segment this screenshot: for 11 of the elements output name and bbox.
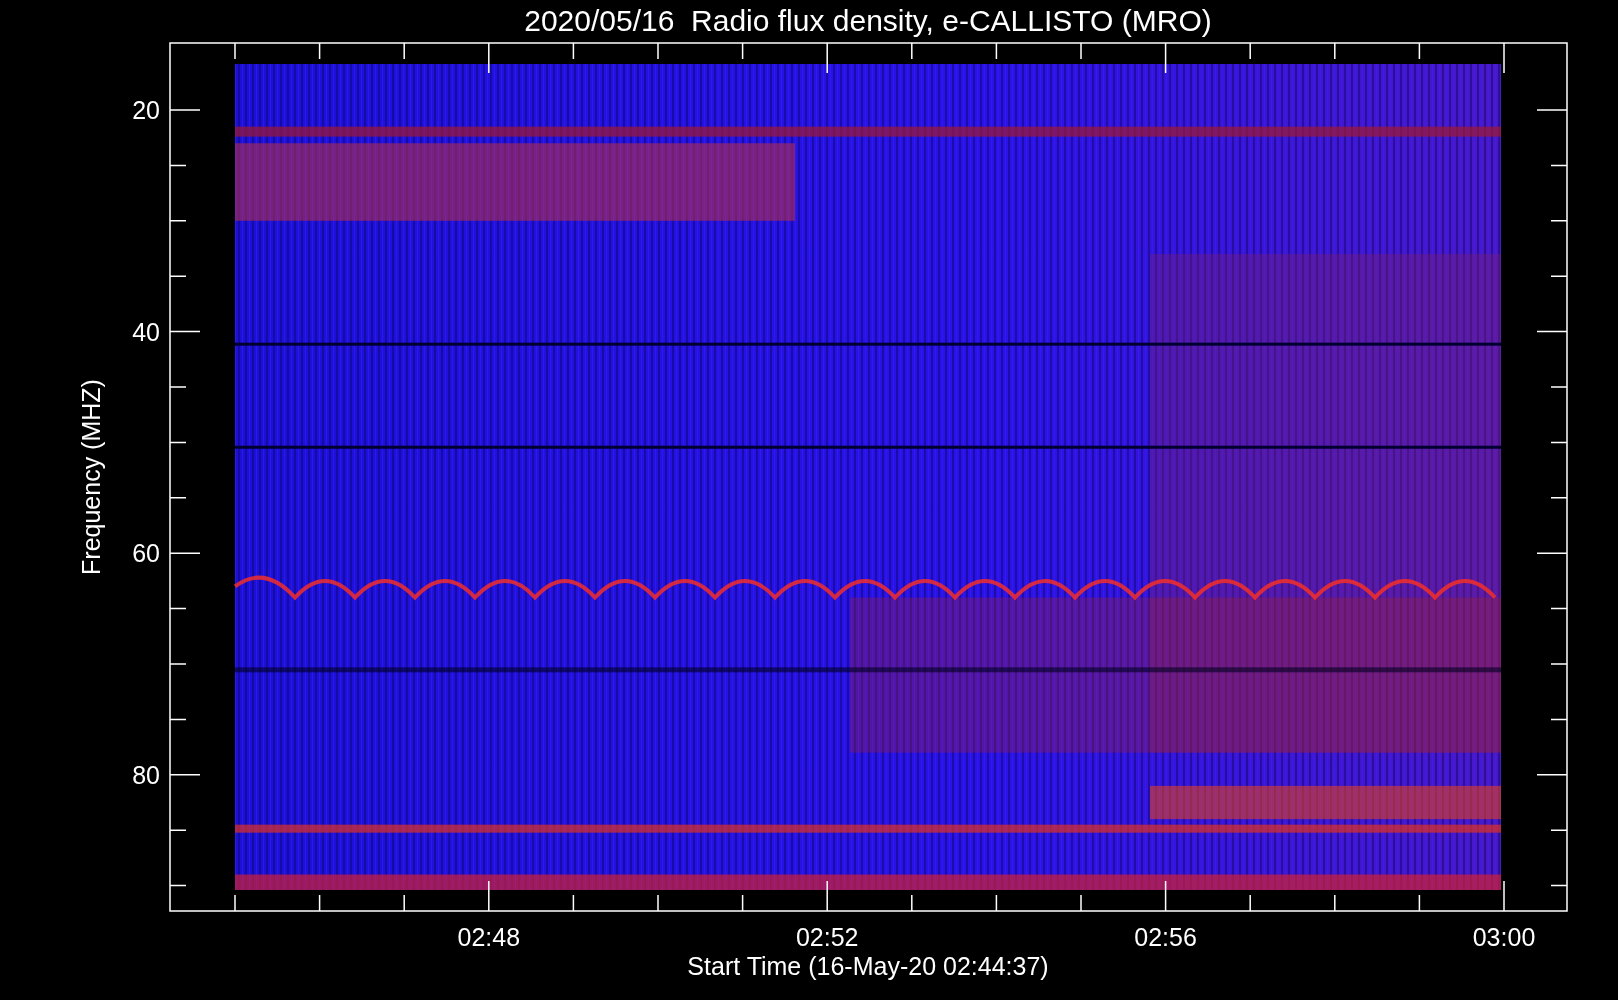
- x-tick-label: 02:52: [795, 923, 859, 951]
- x-tick-label: 02:48: [457, 923, 521, 951]
- x-axis-title: Start Time (16-May-20 02:44:37): [687, 952, 1049, 980]
- chart-title: 2020/05/16 Radio flux density, e-CALLISTO (MRO): [524, 4, 1212, 37]
- y-axis-title: Frequency (MHZ): [77, 379, 105, 575]
- y-tick-label: 80: [132, 760, 160, 789]
- y-tick-label: 40: [132, 317, 160, 346]
- y-tick-label: 20: [132, 96, 160, 124]
- x-tick-label: 03:00: [1472, 923, 1536, 951]
- x-tick-label: 02:56: [1134, 923, 1197, 951]
- y-tick-label: 60: [132, 539, 160, 568]
